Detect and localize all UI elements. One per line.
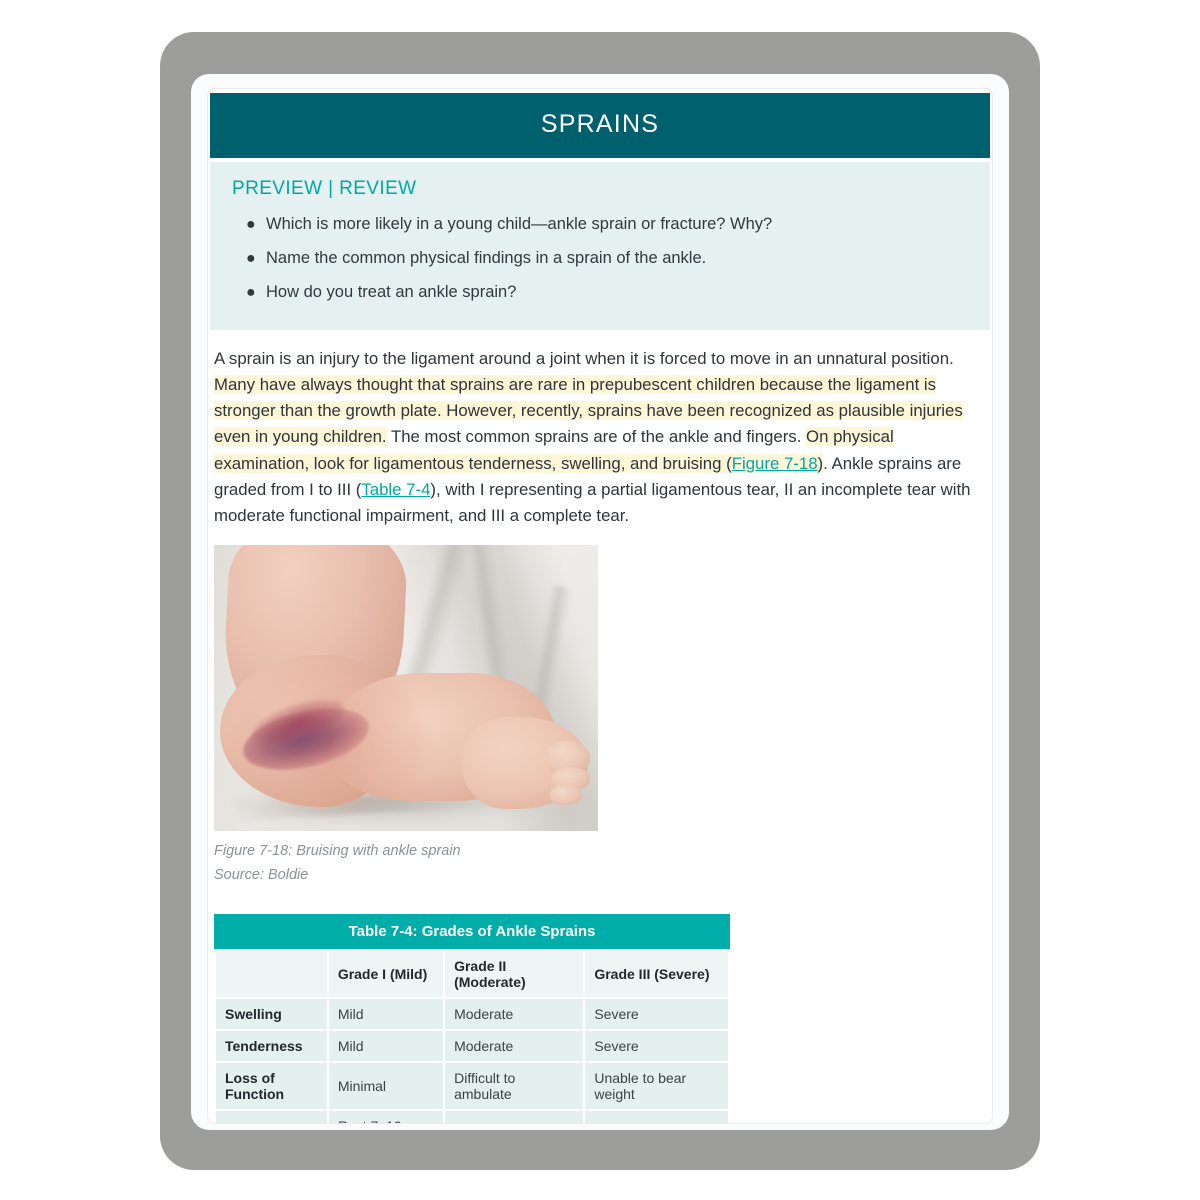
table-cell: Rest 7–10 days (328, 1111, 444, 1123)
preview-review-list: ● Which is more likely in a young child—… (232, 208, 968, 310)
table-cell: Severe (585, 1031, 728, 1062)
table-cell: Mild (328, 1031, 444, 1062)
list-item-text: How do you treat an ankle sprain? (266, 282, 517, 301)
table-cell: Severe (585, 999, 728, 1030)
paragraph-segment: The most common sprains are of the ankle… (386, 427, 807, 447)
table-row: Treatment Rest 7–10 days Rest 2–4 weeks … (216, 1111, 728, 1123)
figure-caption-text: Figure 7-18: Bruising with ankle sprain (214, 843, 461, 860)
document-body: SPRAINS PREVIEW | REVIEW ● Which is more… (208, 89, 992, 1123)
row-label: Loss of Function (216, 1063, 327, 1110)
preview-review-heading: PREVIEW | REVIEW (232, 178, 417, 199)
preview-review-box: PREVIEW | REVIEW ● Which is more likely … (210, 162, 990, 330)
table-header-row: Grade I (Mild) Grade II (Moderate) Grade… (216, 951, 728, 998)
content-card: SPRAINS PREVIEW | REVIEW ● Which is more… (207, 88, 993, 1124)
table-row: Loss of Function Minimal Difficult to am… (216, 1063, 728, 1110)
list-item-text: Which is more likely in a young child—an… (266, 215, 773, 233)
paragraph-sprain-definition: A sprain is an injury to the ligament ar… (210, 346, 990, 529)
row-label: Treatment (216, 1111, 327, 1123)
table-row: Swelling Mild Moderate Severe (216, 999, 728, 1030)
list-item-text: Name the common physical findings in a s… (266, 248, 707, 267)
row-label: Swelling (216, 999, 327, 1030)
table-caption: Table 7-4: Grades of Ankle Sprains (214, 914, 730, 950)
figure-ankle-bruising: Figure 7-18: Bruising with ankle sprain … (210, 545, 990, 888)
table-cell: Rest 5–10 weeks (585, 1111, 728, 1123)
figure-caption-block: Figure 7-18: Bruising with ankle sprain … (214, 840, 990, 888)
table-cell: Difficult to ambulate (445, 1063, 584, 1110)
table-cell: Minimal (328, 1063, 444, 1110)
figure-7-18-link[interactable]: Figure 7-18 (731, 453, 818, 473)
device-screen: SPRAINS PREVIEW | REVIEW ● Which is more… (191, 74, 1009, 1130)
device-frame: SPRAINS PREVIEW | REVIEW ● Which is more… (160, 32, 1040, 1170)
clinical-photo-image (214, 545, 598, 832)
list-item: ● Which is more likely in a young child—… (246, 208, 968, 242)
table-head: Grade I (Mild) Grade II (Moderate) Grade… (216, 951, 728, 998)
table-cell: Moderate (445, 1031, 584, 1062)
figure-source-text: Source: Boldie (214, 867, 309, 884)
bullet-icon: ● (246, 283, 256, 301)
table-cell: Moderate (445, 999, 584, 1030)
table-cell: Unable to bear weight (585, 1063, 728, 1110)
bullet-icon: ● (246, 249, 256, 267)
table-cell: Rest 2–4 weeks (445, 1111, 584, 1123)
column-header-grade-3: Grade III (Severe) (585, 951, 728, 998)
toe-region (550, 785, 582, 806)
table-cell: Mild (328, 999, 444, 1030)
list-item: ● How do you treat an ankle sprain? (246, 276, 968, 310)
table-body: Swelling Mild Moderate Severe Tenderness… (216, 999, 728, 1123)
grades-of-ankle-sprains-table: Table 7-4: Grades of Ankle Sprains Grade… (214, 914, 730, 1123)
section-header-title: SPRAINS (210, 93, 990, 158)
column-header-grade-1: Grade I (Mild) (328, 951, 444, 998)
list-item: ● Name the common physical findings in a… (246, 242, 968, 276)
row-label: Tenderness (216, 1031, 327, 1062)
paragraph-segment: A sprain is an injury to the ligament ar… (214, 348, 954, 368)
table-7-4-link[interactable]: Table 7-4 (361, 480, 430, 499)
table-row: Tenderness Mild Moderate Severe (216, 1031, 728, 1062)
column-header-blank (216, 951, 327, 998)
bullet-icon: ● (246, 216, 256, 233)
column-header-grade-2: Grade II (Moderate) (445, 951, 584, 998)
